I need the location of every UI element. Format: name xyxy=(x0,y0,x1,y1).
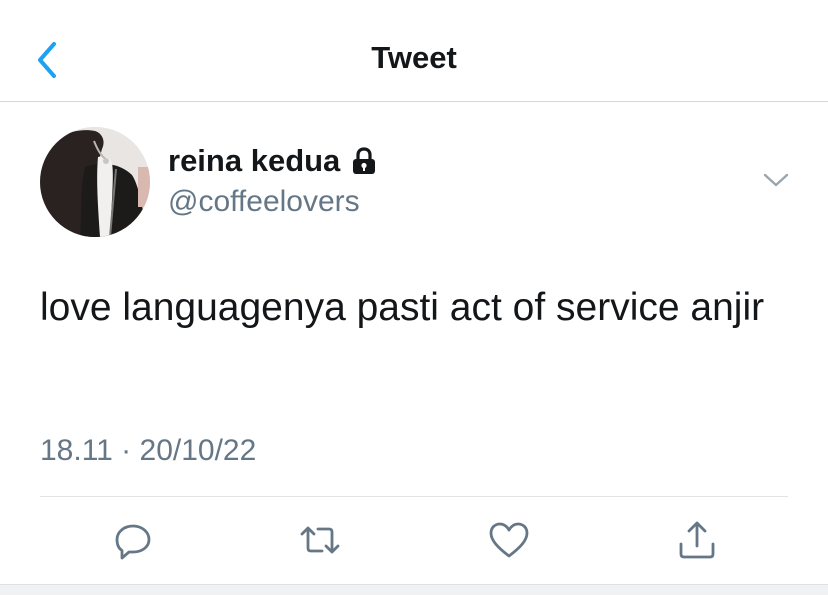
divider xyxy=(40,496,788,497)
share-icon xyxy=(679,521,715,559)
chevron-down-icon xyxy=(763,173,789,187)
author-handle[interactable]: @coffeelovers xyxy=(168,185,360,219)
heart-icon xyxy=(489,522,529,558)
author-name-text: reina kedua xyxy=(168,143,341,178)
tweet-options-button[interactable] xyxy=(762,170,790,190)
avatar-image xyxy=(40,127,150,237)
lock-icon xyxy=(350,146,378,176)
retweet-button[interactable] xyxy=(298,518,342,562)
author-display-name[interactable]: reina kedua xyxy=(168,143,378,179)
like-button[interactable] xyxy=(487,518,531,562)
retweet-icon xyxy=(300,526,340,554)
bottom-separator xyxy=(0,584,828,595)
tweet-timestamp: 18.11 · 20/10/22 xyxy=(40,434,257,467)
share-button[interactable] xyxy=(675,518,719,562)
reply-button[interactable] xyxy=(111,518,155,562)
page-title: Tweet xyxy=(371,40,457,75)
tweet-body-text: love languagenya pasti act of service an… xyxy=(40,286,765,329)
top-nav-bar: Tweet xyxy=(0,0,828,102)
avatar[interactable] xyxy=(40,127,150,237)
reply-icon xyxy=(115,524,151,560)
tweet-action-bar xyxy=(0,512,828,572)
